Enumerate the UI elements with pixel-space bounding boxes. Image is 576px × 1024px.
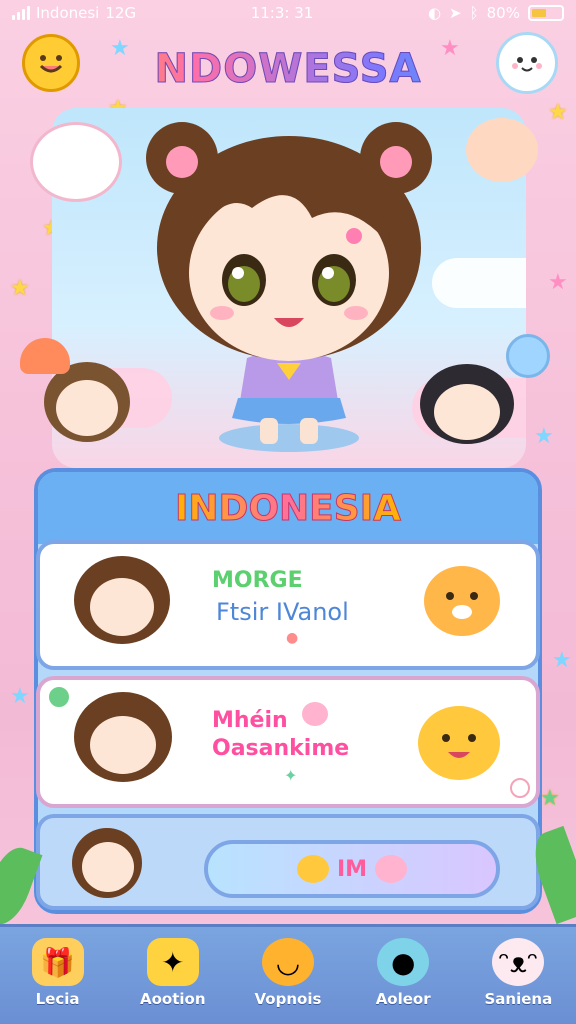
- app-title: NDOWESSA: [0, 46, 576, 93]
- panel-header: INDONESIA: [38, 472, 538, 544]
- status-bar: Indonesi 12G 11:3: 31 ◐ ➤ ᛒ 80%: [0, 0, 576, 26]
- star-decoration: ★: [10, 684, 30, 709]
- ghost-mascot-left: [30, 122, 122, 202]
- star-decoration: ★: [552, 648, 572, 673]
- bear-mascot-icon: [418, 706, 500, 780]
- nav-item-2[interactable]: ✦ Aootion: [123, 938, 223, 1008]
- star-decoration: ★: [548, 270, 568, 295]
- card2-subtitle: Oasankime: [212, 736, 350, 761]
- star-decoration: ★: [548, 100, 568, 125]
- bear-icon: [296, 855, 329, 883]
- girl-avatar: [74, 692, 172, 782]
- boy-character-left: [44, 362, 130, 442]
- fox-mascot-icon: [424, 566, 500, 636]
- nav-label: Aootion: [140, 990, 206, 1008]
- star-decoration: ★: [110, 36, 130, 61]
- battery-percent: 80%: [486, 4, 520, 22]
- yellow-creature-icon: ✦: [146, 938, 199, 986]
- action-button[interactable]: IM: [204, 840, 500, 898]
- moon-icon: ◐: [427, 4, 442, 22]
- signal-icon: [12, 6, 30, 20]
- nav-label: Lecia: [35, 990, 80, 1008]
- star-decoration: ★: [534, 424, 554, 449]
- pin-icon: ●: [286, 630, 299, 646]
- bottom-nav: 🎁 Lecia ✦ Aootion ◡ Vopnois ● Aoleor ᵔᴥᵔ…: [0, 924, 576, 1024]
- orange-ball-icon: ◡: [261, 938, 314, 986]
- nav-item-3[interactable]: ◡ Vopnois: [238, 938, 338, 1008]
- card1-title: MORGE: [212, 568, 303, 593]
- nav-item-1[interactable]: 🎁 Lecia: [8, 938, 108, 1008]
- card1-subtitle: Ftsir IVanol: [216, 598, 349, 626]
- pig-icon: [375, 855, 408, 883]
- girl-avatar: [72, 828, 142, 898]
- bluetooth-icon: ᛒ: [469, 4, 479, 22]
- bunny-icon: ᵔᴥᵔ: [492, 938, 545, 986]
- card2-title: Mhéin: [212, 708, 288, 733]
- carrier-label: Indonesi: [36, 4, 100, 22]
- action-button-label: IM: [336, 856, 368, 882]
- heart-icon: [510, 778, 530, 798]
- nav-label: Vopnois: [254, 990, 322, 1008]
- profile-card-1[interactable]: MORGE Ftsir IVanol ●: [36, 540, 540, 670]
- gift-box-icon: 🎁: [31, 938, 84, 986]
- panel-title: INDONESIA: [175, 487, 402, 529]
- speech-bubble-icon: [506, 334, 550, 378]
- girl-avatar: [74, 556, 170, 644]
- nav-item-4[interactable]: ● Aoleor: [353, 938, 453, 1008]
- sparkle-icon: ✦: [284, 766, 298, 785]
- network-label: 12G: [105, 4, 137, 22]
- globe-icon: ●: [377, 938, 430, 986]
- nav-label: Saniena: [484, 990, 553, 1008]
- star-decoration: ★: [10, 276, 30, 301]
- clock: 11:3: 31: [250, 4, 314, 22]
- boy-character-right: [420, 364, 514, 444]
- profile-card-2[interactable]: Mhéin Oasankime ✦: [36, 676, 540, 808]
- pig-icon: [302, 702, 328, 726]
- star-decoration: ★: [540, 786, 560, 811]
- star-decoration: ★: [440, 36, 460, 61]
- nav-item-5[interactable]: ᵔᴥᵔ Saniena: [468, 938, 568, 1008]
- nav-label: Aoleor: [375, 990, 431, 1008]
- battery-icon: [527, 5, 564, 21]
- online-badge-icon: [46, 684, 72, 710]
- location-icon: ➤: [449, 4, 462, 22]
- kitten-mascot-right: [466, 118, 538, 182]
